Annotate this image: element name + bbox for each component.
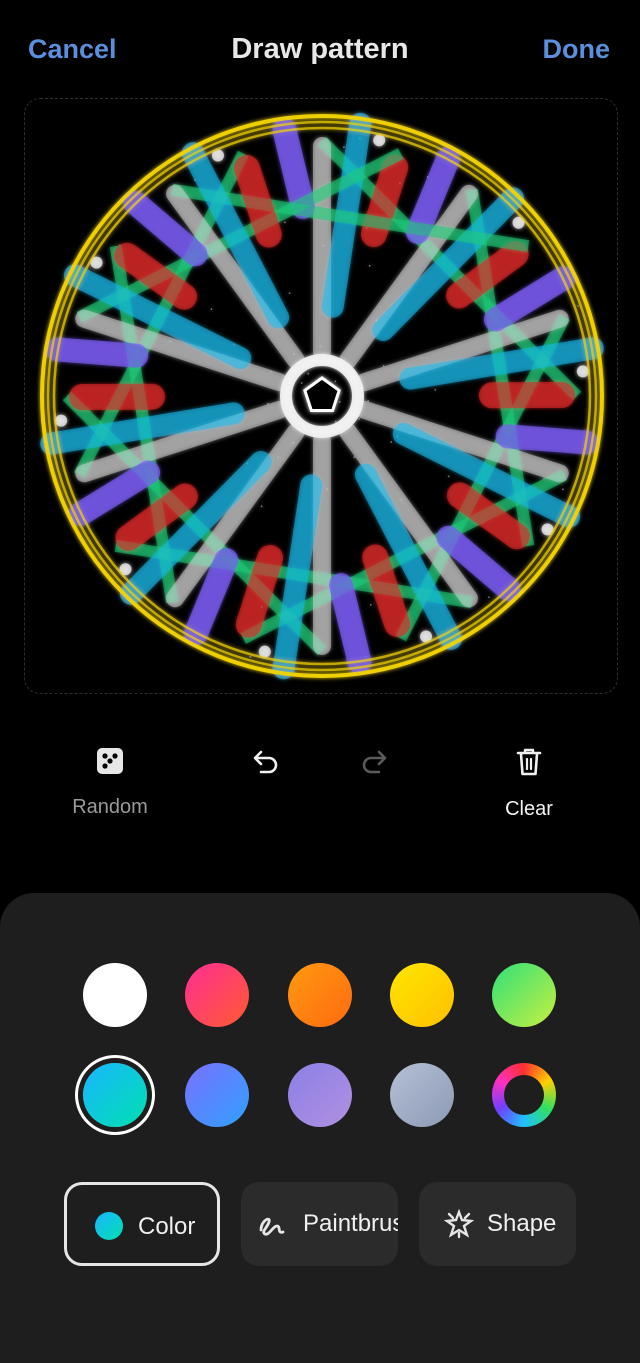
pattern-strokes — [42, 116, 602, 676]
color-swatch-orange[interactable] — [288, 963, 352, 1027]
tab-paintbrush-label: Paintbrush — [303, 1210, 398, 1238]
random-label: Random — [56, 796, 164, 819]
kaleidoscope-pattern — [25, 99, 619, 695]
color-swatch-pink-red[interactable] — [185, 963, 249, 1027]
mode-tabs: Color Paintbrush Shape — [0, 1182, 640, 1266]
color-swatch-blue-violet[interactable] — [185, 1063, 249, 1127]
clear-label: Clear — [478, 798, 580, 821]
color-swatch-green[interactable] — [492, 963, 556, 1027]
bottom-panel: Color Paintbrush Shape — [0, 893, 640, 1363]
tab-paintbrush[interactable]: Paintbrush — [241, 1182, 398, 1266]
shape-icon — [443, 1208, 475, 1240]
redo-button[interactable] — [354, 746, 394, 776]
color-wheel-icon — [504, 1075, 544, 1115]
trash-icon — [514, 746, 544, 778]
paintbrush-icon — [257, 1210, 287, 1240]
color-dot-icon — [95, 1212, 123, 1240]
color-swatch-color-wheel[interactable] — [492, 1063, 556, 1127]
random-button[interactable]: Random — [56, 746, 164, 819]
tab-shape[interactable]: Shape — [419, 1182, 576, 1266]
undo-button[interactable] — [246, 746, 286, 776]
drawing-canvas[interactable] — [24, 98, 618, 694]
color-swatch-yellow[interactable] — [390, 963, 454, 1027]
dice-icon — [95, 746, 125, 776]
tab-shape-label: Shape — [487, 1210, 556, 1238]
color-swatch-gray-blue[interactable] — [390, 1063, 454, 1127]
redo-icon — [359, 746, 389, 776]
done-button[interactable]: Done — [543, 34, 611, 65]
color-swatch-white[interactable] — [83, 963, 147, 1027]
color-swatch-cyan[interactable] — [83, 1063, 147, 1127]
color-swatch-lavender[interactable] — [288, 1063, 352, 1127]
tab-color[interactable]: Color — [64, 1182, 220, 1266]
top-bar: Cancel Draw pattern Done — [0, 0, 640, 104]
tool-row: Random Clear — [0, 730, 640, 840]
clear-button[interactable]: Clear — [478, 746, 580, 821]
tab-color-label: Color — [138, 1213, 195, 1241]
undo-icon — [251, 746, 281, 776]
